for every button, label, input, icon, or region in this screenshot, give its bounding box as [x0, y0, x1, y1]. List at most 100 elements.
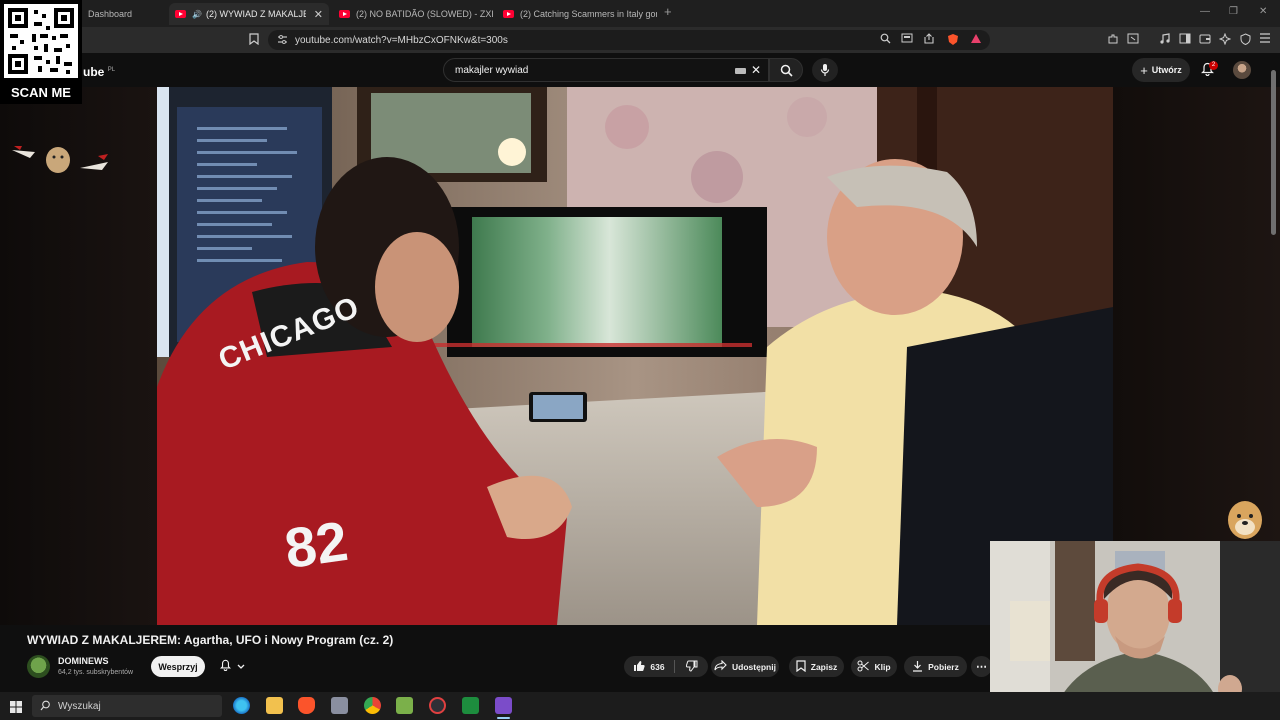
media-controls-icon[interactable]	[1158, 33, 1172, 47]
brave-shields-icon[interactable]	[946, 33, 960, 47]
site-settings-icon[interactable]	[277, 34, 288, 48]
clear-search-icon[interactable]: ✕	[751, 63, 761, 77]
obs-icon[interactable]	[429, 697, 446, 714]
chrome-icon[interactable]	[364, 697, 381, 714]
chevron-down-icon	[237, 661, 245, 673]
clip-label: Klip	[874, 661, 891, 672]
tab-label: Dashboard	[88, 9, 133, 19]
youtube-favicon-icon	[339, 10, 350, 18]
active-app-icon[interactable]	[495, 697, 512, 714]
search-icon	[780, 64, 793, 77]
cat-sticker	[10, 140, 110, 180]
share-page-icon[interactable]	[922, 33, 936, 47]
page-scrollbar[interactable]	[1271, 70, 1276, 235]
download-button[interactable]: Pobierz	[904, 656, 967, 677]
voice-search-button[interactable]	[812, 58, 838, 82]
screenshot-icon[interactable]	[1126, 33, 1140, 47]
reader-mode-icon[interactable]	[900, 33, 914, 47]
qr-code	[4, 4, 78, 78]
url-text: youtube.com/watch?v=MHbzCxOFNKw&t=300s	[295, 34, 508, 46]
logo-region: PL	[107, 67, 116, 73]
browser-toolbar: youtube.com/watch?v=MHbzCxOFNKw&t=300s	[0, 27, 1280, 53]
active-app-indicator	[497, 717, 510, 719]
menu-icon[interactable]	[1258, 33, 1272, 47]
tab-label: (2) NO BATIDÃO (SLOWED) - ZXKAI	[356, 9, 493, 19]
youtube-favicon-icon	[503, 10, 514, 18]
zoom-icon[interactable]	[878, 33, 892, 47]
download-label: Pobierz	[928, 661, 959, 672]
tab-label: (2) Catching Scammers in Italy gone	[520, 9, 657, 19]
thumbs-down-icon	[685, 660, 698, 674]
close-tab-icon[interactable]: ✕	[314, 8, 323, 21]
microphone-icon	[820, 64, 830, 76]
qr-code-overlay: SCAN ME	[0, 0, 82, 104]
clip-button[interactable]: Klip	[851, 656, 897, 677]
keyboard-icon[interactable]	[735, 68, 746, 74]
tab-wywiad[interactable]: 🔊 (2) WYWIAD Z MAKALJEREM ✕	[169, 3, 329, 25]
bookmark-icon[interactable]	[247, 33, 261, 47]
like-button[interactable]: 636	[624, 656, 674, 677]
save-icon	[796, 659, 806, 674]
tab-no-batidao[interactable]: (2) NO BATIDÃO (SLOWED) - ZXKAI	[333, 3, 493, 25]
taskbar-search-placeholder: Wyszukaj	[58, 700, 101, 712]
search-icon	[40, 700, 51, 714]
minimize-icon[interactable]: —	[1200, 6, 1210, 17]
youtube-logo[interactable]: ube PL	[83, 65, 115, 79]
like-dislike-group: 636	[624, 656, 708, 677]
minecraft-icon[interactable]	[396, 697, 413, 714]
app-icon[interactable]	[331, 697, 348, 714]
search-button[interactable]	[769, 58, 803, 82]
brave-icon[interactable]	[298, 697, 315, 714]
user-avatar[interactable]	[1233, 61, 1251, 79]
notification-count-badge: 2	[1209, 61, 1218, 70]
new-tab-icon[interactable]: +	[664, 4, 672, 19]
plus-icon: +	[1140, 62, 1148, 78]
search-input[interactable]: makajler wywiad ✕	[443, 58, 769, 82]
more-actions-button[interactable]: ⋯	[971, 656, 992, 677]
tab-label: (2) WYWIAD Z MAKALJEREM	[205, 9, 306, 19]
extensions-icon[interactable]	[1106, 33, 1120, 47]
video-player[interactable]: CHICAGO 82	[157, 87, 1113, 625]
share-label: Udostępnij	[732, 661, 776, 672]
wallet-icon[interactable]	[1198, 33, 1212, 47]
share-button[interactable]: Udostępnij	[711, 656, 779, 677]
jersey-number: 82	[280, 508, 352, 581]
maximize-icon[interactable]: ❐	[1229, 6, 1238, 17]
scissors-icon	[857, 660, 870, 674]
create-button[interactable]: + Utwórz	[1132, 58, 1190, 82]
channel-avatar[interactable]	[27, 655, 50, 678]
more-icon: ⋯	[976, 661, 987, 673]
save-label: Zapisz	[810, 661, 838, 672]
channel-name[interactable]: DOMINEWS	[58, 656, 109, 666]
notification-settings-button[interactable]	[212, 656, 252, 677]
doge-sticker	[1224, 494, 1266, 540]
speaker-icon: 🔊	[192, 9, 202, 19]
video-title: WYWIAD Z MAKALJEREM: Agartha, UFO i Nowy…	[27, 633, 394, 647]
brave-rewards-icon[interactable]	[969, 33, 983, 47]
youtube-masthead: ube PL makajler wywiad ✕	[0, 53, 1280, 87]
thumbs-up-icon	[633, 660, 646, 674]
create-label: Utwórz	[1151, 65, 1182, 75]
file-explorer-icon[interactable]	[266, 697, 283, 714]
dislike-button[interactable]	[675, 656, 708, 677]
streaming-app-icon[interactable]	[462, 697, 479, 714]
browser-tab-strip: Dashboard 🔊 (2) WYWIAD Z MAKALJEREM ✕ (2…	[0, 0, 1280, 27]
sidebar-icon[interactable]	[1178, 33, 1192, 47]
close-window-icon[interactable]: ✕	[1259, 6, 1267, 17]
subscriber-count: 64,2 tys. subskrybentów	[58, 669, 134, 676]
vpn-shield-icon[interactable]	[1238, 33, 1252, 47]
share-icon	[714, 659, 727, 673]
edge-icon[interactable]	[233, 697, 250, 714]
leo-ai-icon[interactable]	[1218, 32, 1232, 47]
tab-catching-scammers[interactable]: (2) Catching Scammers in Italy gone	[497, 3, 657, 25]
save-button[interactable]: Zapisz	[789, 656, 844, 677]
logo-text: ube	[83, 65, 105, 79]
support-button[interactable]: Wesprzyj	[151, 656, 205, 677]
search-value: makajler wywiad	[455, 64, 529, 76]
tab-dashboard[interactable]: Dashboard	[82, 3, 170, 25]
taskbar-search-input[interactable]: Wyszukaj	[32, 695, 222, 717]
scan-me-label: SCAN ME	[11, 85, 71, 100]
bell-icon	[219, 659, 231, 674]
windows-start-icon[interactable]	[10, 700, 22, 718]
download-icon	[912, 660, 923, 674]
